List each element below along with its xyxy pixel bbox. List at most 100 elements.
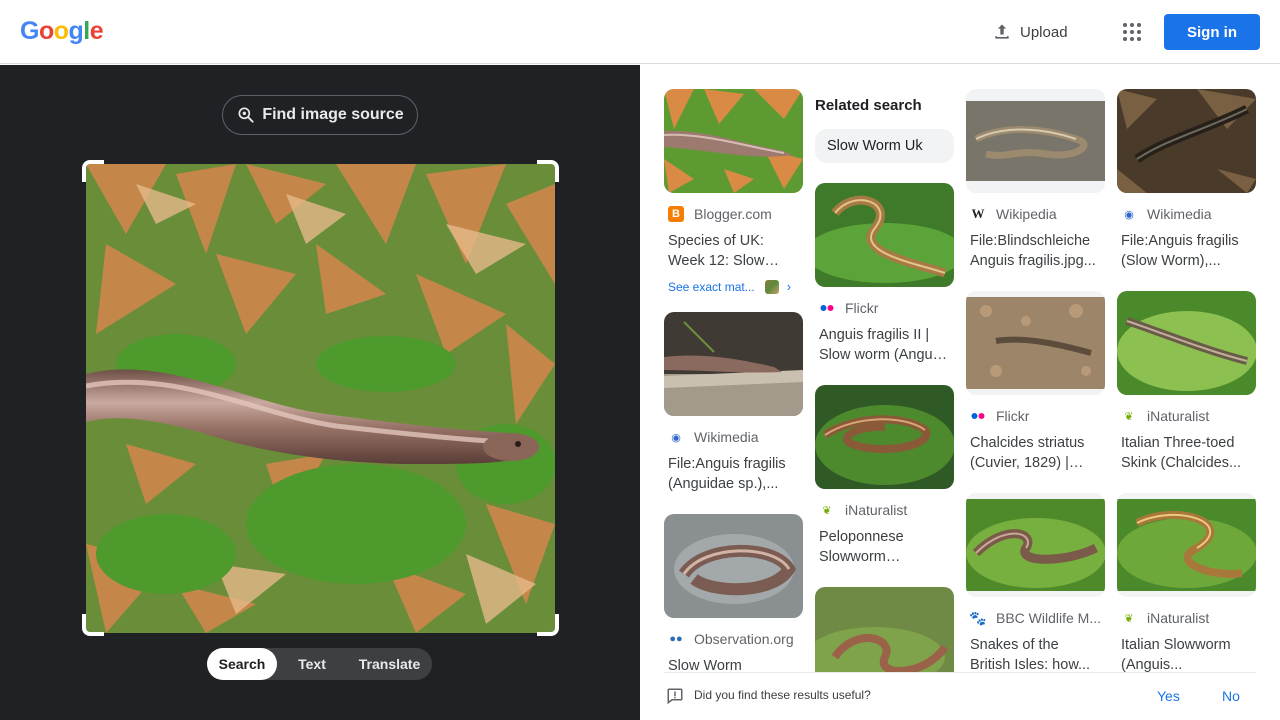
result-title[interactable]: Peloponnese Slowworm (Anguis... (819, 527, 950, 567)
result-title[interactable]: Chalcides striatus (Cuvier, 1829) | Flic… (970, 433, 1101, 473)
result-source: Flickr (819, 299, 954, 317)
feedback-bar: Did you find these results useful? Yes N… (640, 672, 1280, 720)
results-column: B Blogger.com Species of UK: Week 12: Sl… (664, 89, 803, 696)
result-card[interactable]: ❦ iNaturalist Italian Three-toed Skink (… (1117, 291, 1256, 473)
lens-mode-tabs: Search Text Translate (207, 648, 432, 680)
result-source-name: iNaturalist (1147, 408, 1210, 424)
result-card[interactable]: ◉ Wikimedia File:Anguis fragilis (Slow W… (1117, 89, 1256, 271)
upload-button[interactable]: Upload (992, 20, 1068, 44)
result-card[interactable]: 🐾 BBC Wildlife M... Snakes of the Britis… (966, 493, 1105, 675)
result-card[interactable]: ●● Observation.org Slow Worm (664, 514, 803, 696)
observation-icon: ●● (669, 633, 683, 645)
upload-label: Upload (1020, 23, 1068, 41)
apps-grid-icon[interactable] (1120, 20, 1144, 44)
result-title[interactable]: File:Anguis fragilis (Slow Worm),... (1121, 231, 1252, 271)
logo-letter: e (89, 17, 104, 45)
result-source-name: Wikimedia (1147, 206, 1212, 222)
tab-text[interactable]: Text (277, 648, 347, 680)
feedback-icon (667, 688, 683, 705)
find-image-source-button[interactable]: Find image source (222, 95, 418, 135)
logo-letter: G (20, 17, 39, 45)
tab-translate[interactable]: Translate (347, 648, 432, 680)
wikimedia-icon: ◉ (1124, 208, 1134, 221)
result-source: ◉ Wikimedia (1121, 205, 1256, 223)
results-panel: B Blogger.com Species of UK: Week 12: Sl… (640, 65, 1280, 720)
find-image-source-label: Find image source (262, 106, 404, 123)
results-column: W Wikipedia File:Blindschleiche Anguis f… (966, 89, 1105, 675)
result-source-name: Flickr (845, 300, 879, 316)
result-source: 🐾 BBC Wildlife M... (970, 609, 1105, 627)
result-title[interactable]: Anguis fragilis II | Slow worm (Anguis f… (819, 325, 950, 365)
result-card[interactable]: B Blogger.com Species of UK: Week 12: Sl… (664, 89, 803, 294)
result-thumbnail[interactable] (815, 385, 954, 489)
crop-handle-top-right[interactable] (537, 160, 559, 182)
feedback-no-button[interactable]: No (1222, 688, 1240, 704)
results-column: Related search Slow Worm Uk Flickr Angui… (815, 89, 954, 691)
wikipedia-icon: W (971, 206, 985, 221)
result-thumbnail[interactable] (1117, 89, 1256, 193)
result-source: W Wikipedia (970, 205, 1105, 223)
result-thumbnail[interactable] (1117, 291, 1256, 395)
result-title[interactable]: Snakes of the British Isles: how... (970, 635, 1101, 675)
sign-in-button[interactable]: Sign in (1164, 14, 1260, 50)
result-source-name: Wikipedia (996, 206, 1057, 222)
result-source-name: BBC Wildlife M... (996, 610, 1102, 626)
exact-match-thumbnail (764, 279, 779, 294)
result-thumbnail[interactable] (664, 514, 803, 618)
inaturalist-icon: ❦ (822, 504, 832, 517)
result-card[interactable]: Flickr Anguis fragilis II | Slow worm (A… (815, 183, 954, 365)
inaturalist-icon: ❦ (1124, 612, 1134, 625)
result-source: B Blogger.com (668, 205, 803, 223)
result-card[interactable]: ❦ iNaturalist Italian Slowworm (Anguis..… (1117, 493, 1256, 675)
result-thumbnail[interactable] (664, 312, 803, 416)
result-source: ❦ iNaturalist (1121, 609, 1256, 627)
result-source: ●● Observation.org (668, 630, 803, 648)
result-title[interactable]: Italian Slowworm (Anguis... (1121, 635, 1252, 675)
see-exact-matches-link[interactable]: See exact mat... › (668, 279, 799, 294)
result-card[interactable]: ◉ Wikimedia File:Anguis fragilis (Anguid… (664, 312, 803, 494)
crop-handle-bottom-right[interactable] (537, 614, 559, 636)
result-thumbnail[interactable] (815, 183, 954, 287)
flickr-icon (819, 300, 835, 316)
result-thumbnail[interactable] (966, 291, 1105, 395)
result-source-name: Flickr (996, 408, 1030, 424)
result-source-name: iNaturalist (1147, 610, 1210, 626)
related-search-heading: Related search (815, 97, 922, 114)
feedback-question: Did you find these results useful? (694, 688, 871, 702)
result-source: ◉ Wikimedia (668, 428, 803, 446)
see-exact-matches-label: See exact mat... (668, 279, 755, 294)
feedback-yes-button[interactable]: Yes (1157, 688, 1180, 704)
result-thumbnail[interactable] (1117, 493, 1256, 597)
logo-letter: o (53, 17, 69, 45)
results-column: ◉ Wikimedia File:Anguis fragilis (Slow W… (1117, 89, 1256, 675)
result-source-name: Wikimedia (694, 429, 759, 445)
lens-query-panel: Find image source Search Text Translate (0, 65, 640, 720)
result-source-name: Blogger.com (694, 206, 772, 222)
query-image (86, 164, 555, 633)
lens-search-icon (238, 107, 254, 123)
result-thumbnail[interactable] (966, 493, 1105, 597)
crop-handle-top-left[interactable] (82, 160, 104, 182)
logo-letter: o (38, 17, 54, 45)
flickr-icon (970, 408, 986, 424)
result-thumbnail[interactable] (664, 89, 803, 193)
logo-letter: g (68, 17, 84, 45)
top-bar: Google Upload Sign in (0, 0, 1280, 64)
blogger-icon: B (668, 206, 684, 222)
result-card[interactable]: Flickr Chalcides striatus (Cuvier, 1829)… (966, 291, 1105, 473)
result-title[interactable]: Italian Three-toed Skink (Chalcides... (1121, 433, 1252, 473)
crop-handle-bottom-left[interactable] (82, 614, 104, 636)
result-title[interactable]: File:Blindschleiche Anguis fragilis.jpg.… (970, 231, 1101, 271)
result-title[interactable]: Species of UK: Week 12: Slow Worm (668, 231, 799, 271)
tab-search[interactable]: Search (207, 648, 277, 680)
upload-icon (995, 24, 1009, 39)
result-title[interactable]: File:Anguis fragilis (Anguidae sp.),... (668, 454, 799, 494)
result-thumbnail[interactable] (966, 89, 1105, 193)
result-card[interactable]: ❦ iNaturalist Peloponnese Slowworm (Angu… (815, 385, 954, 567)
divider (664, 672, 1256, 673)
wikimedia-icon: ◉ (671, 431, 681, 444)
related-search-chip[interactable]: Slow Worm Uk (815, 129, 954, 163)
result-card[interactable]: W Wikipedia File:Blindschleiche Anguis f… (966, 89, 1105, 271)
google-logo[interactable]: Google (20, 17, 104, 46)
result-source: ❦ iNaturalist (819, 501, 954, 519)
